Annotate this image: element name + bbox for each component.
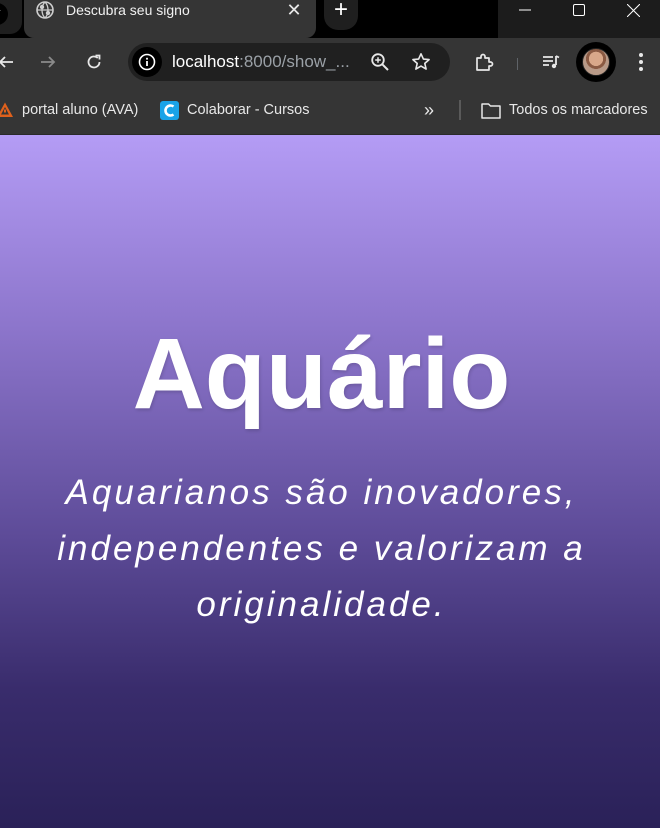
kebab-menu-icon: [639, 53, 643, 71]
new-tab-button[interactable]: +: [324, 0, 358, 30]
window-controls: [498, 0, 660, 38]
colaborar-c-icon: [160, 100, 179, 120]
zoom-button[interactable]: [366, 48, 394, 76]
menu-button[interactable]: [627, 48, 655, 76]
bookmark-colaborar[interactable]: Colaborar - Cursos: [160, 86, 310, 134]
sign-description: Aquarianos são inovadores, independentes…: [57, 473, 586, 624]
arrow-left-icon: [0, 56, 13, 68]
globe-icon: [36, 1, 54, 19]
tab-active[interactable]: Descubra seu signo ✕: [24, 0, 316, 38]
folder-icon: [481, 102, 501, 119]
bookmark-folder-label: Todos os marcadores: [509, 102, 648, 118]
bookmark-portal-aluno[interactable]: portal aluno (AVA): [0, 86, 138, 134]
close-tab-icon[interactable]: ✕: [284, 0, 304, 20]
star-icon: [412, 53, 430, 70]
back-button[interactable]: [0, 48, 20, 76]
toolbar: localhost:8000/show_...: [0, 38, 660, 86]
minimize-icon: [519, 9, 531, 11]
close-icon: [626, 3, 640, 17]
forward-button[interactable]: [34, 48, 62, 76]
bookmark-all-folder[interactable]: Todos os marcadores: [481, 86, 648, 134]
chevron-double-right-icon: »: [424, 99, 435, 120]
maximize-button[interactable]: [552, 0, 606, 20]
url-host: localhost: [172, 52, 240, 71]
media-control-button[interactable]: [537, 48, 565, 76]
profile-avatar[interactable]: [576, 42, 616, 82]
tab-title: Descubra seu signo: [66, 2, 190, 18]
sign-title: Aquário: [132, 318, 511, 430]
bookmark-star-button[interactable]: [407, 48, 435, 76]
bookmarks-bar: portal aluno (AVA) Colaborar - Cursos » …: [0, 86, 660, 135]
address-bar[interactable]: localhost:8000/show_...: [128, 43, 450, 81]
bookmark-label: Colaborar - Cursos: [187, 102, 310, 118]
previous-tab[interactable]: ✓: [0, 0, 22, 34]
ava-warning-icon: [0, 101, 14, 119]
playlist-music-icon: [543, 55, 560, 69]
arrow-right-icon: [41, 56, 56, 68]
page-content: Aquário Aquarianos são inovadores, indep…: [0, 135, 660, 828]
close-window-button[interactable]: [606, 0, 660, 20]
info-icon: [138, 53, 156, 71]
check-icon: ✓: [0, 3, 8, 25]
maximize-icon: [573, 4, 585, 16]
tab-strip: ✓ Descubra seu signo ✕ +: [0, 0, 660, 38]
toolbar-divider: [517, 58, 518, 70]
url-path: :8000/show_...: [239, 52, 350, 71]
browser-window: ✓ Descubra seu signo ✕ +: [0, 0, 660, 828]
bookmark-label: portal aluno (AVA): [22, 102, 139, 118]
url-text[interactable]: localhost:8000/show_...: [172, 43, 350, 81]
bookmarks-divider: [459, 100, 461, 120]
reload-icon: [87, 54, 101, 69]
zoom-in-icon: [371, 53, 389, 71]
site-info-button[interactable]: [132, 47, 162, 77]
extensions-button[interactable]: [470, 48, 498, 76]
puzzle-icon: [476, 53, 494, 71]
reload-button[interactable]: [80, 48, 108, 76]
avatar-photo: [582, 48, 610, 76]
minimize-button[interactable]: [498, 0, 552, 20]
bookmarks-overflow-button[interactable]: »: [424, 86, 434, 134]
